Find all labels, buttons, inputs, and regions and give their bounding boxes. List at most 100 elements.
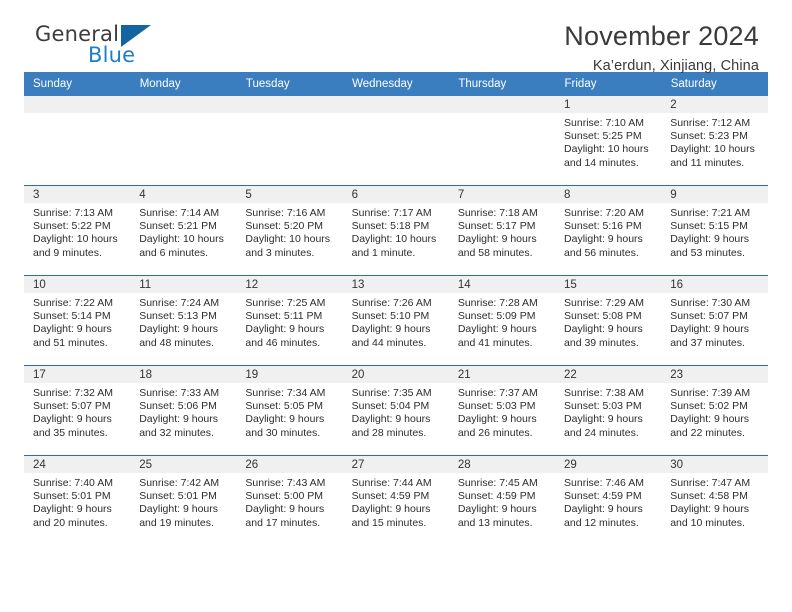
daylight-text-line1: Daylight: 10 hours: [564, 143, 649, 156]
sunrise-text: Sunrise: 7:14 AM: [139, 207, 220, 219]
calendar-week-row: 24 Sunrise: 7:40 AM Sunset: 5:01 PM Dayligh…: [24, 455, 768, 545]
day-number: 26: [236, 456, 343, 473]
daylight-text-line1: Daylight: 9 hours: [33, 503, 112, 516]
general-blue-logo[interactable]: General Blue: [24, 22, 174, 74]
logo-text-blue: Blue: [88, 43, 136, 67]
sunrise-text: Sunrise: 7:42 AM: [139, 477, 220, 489]
calendar-day-cell[interactable]: 24 Sunrise: 7:40 AM Sunset: 5:01 PM Dayligh…: [24, 455, 131, 545]
calendar-day-cell[interactable]: 29 Sunrise: 7:46 AM Sunset: 4:59 PM Dayligh…: [555, 455, 662, 545]
daylight-text-line1: Daylight: 9 hours: [457, 323, 537, 336]
calendar-day-cell[interactable]: 16 Sunrise: 7:30 AM Sunset: 5:07 PM Dayligh…: [661, 275, 768, 366]
calendar-day-cell[interactable]: 9 Sunrise: 7:21 AM Sunset: 5:15 PM Daylight…: [661, 185, 768, 276]
calendar-day-cell[interactable]: 26 Sunrise: 7:43 AM Sunset: 5:00 PM Dayligh…: [236, 455, 343, 545]
day-details: [130, 113, 236, 117]
calendar-day-cell[interactable]: 21 Sunrise: 7:37 AM Sunset: 5:03 PM Dayligh…: [448, 365, 556, 456]
day-number: 11: [130, 276, 237, 293]
calendar-day-cell[interactable]: 10 Sunrise: 7:22 AM Sunset: 5:14 PM Dayligh…: [24, 275, 131, 366]
day-number: [236, 96, 343, 113]
sunset-text: Sunset: 5:23 PM: [670, 130, 748, 143]
sunrise-text: Sunrise: 7:46 AM: [564, 477, 644, 489]
day-details: [236, 113, 342, 117]
weekday-header-monday: Monday: [130, 72, 237, 96]
daylight-text-line1: Daylight: 9 hours: [351, 503, 431, 516]
sunrise-text: Sunrise: 7:12 AM: [670, 117, 751, 129]
daylight-text-line1: Daylight: 10 hours: [139, 233, 224, 246]
sunset-text: Sunset: 5:06 PM: [139, 400, 217, 413]
calendar-day-cell[interactable]: 6 Sunrise: 7:17 AM Sunset: 5:18 PM Daylight…: [342, 185, 449, 276]
sunrise-text: Sunrise: 7:43 AM: [245, 477, 326, 489]
sunrise-text: Sunrise: 7:39 AM: [670, 387, 751, 399]
daylight-text-line2: and 53 minutes.: [670, 246, 745, 259]
calendar-day-cell[interactable]: 23 Sunrise: 7:39 AM Sunset: 5:02 PM Dayligh…: [661, 365, 768, 456]
daylight-text-line2: and 14 minutes.: [564, 156, 639, 169]
daylight-text-line1: Daylight: 9 hours: [245, 413, 325, 426]
calendar-day-cell[interactable]: 7 Sunrise: 7:18 AM Sunset: 5:17 PM Daylight…: [448, 185, 556, 276]
calendar-day-cell[interactable]: 30 Sunrise: 7:47 AM Sunset: 4:58 PM Dayligh…: [661, 455, 768, 545]
sunrise-text: Sunrise: 7:47 AM: [670, 477, 751, 489]
daylight-text-line2: and 22 minutes.: [670, 426, 745, 439]
calendar-day-cell[interactable]: 11 Sunrise: 7:24 AM Sunset: 5:13 PM Dayligh…: [130, 275, 237, 366]
calendar-day-cell[interactable]: 22 Sunrise: 7:38 AM Sunset: 5:03 PM Dayligh…: [555, 365, 662, 456]
calendar-day-cell[interactable]: 13 Sunrise: 7:26 AM Sunset: 5:10 PM Dayligh…: [342, 275, 449, 366]
sunset-text: Sunset: 5:07 PM: [33, 400, 111, 413]
daylight-text-line1: Daylight: 9 hours: [564, 323, 643, 336]
calendar-day-cell[interactable]: 19 Sunrise: 7:34 AM Sunset: 5:05 PM Dayligh…: [236, 365, 343, 456]
day-number: [24, 96, 131, 113]
day-details: Sunrise: 7:32 AM Sunset: 5:07 PM Daylight:…: [24, 383, 130, 440]
day-number: 15: [555, 276, 662, 293]
calendar-day-cell[interactable]: 20 Sunrise: 7:35 AM Sunset: 5:04 PM Dayligh…: [342, 365, 449, 456]
sunrise-text: Sunrise: 7:24 AM: [139, 297, 220, 309]
calendar-day-cell[interactable]: 8 Sunrise: 7:20 AM Sunset: 5:16 PM Daylight…: [555, 185, 662, 276]
calendar-day-cell[interactable]: 14 Sunrise: 7:28 AM Sunset: 5:09 PM Dayligh…: [448, 275, 556, 366]
calendar-day-cell[interactable]: 25 Sunrise: 7:42 AM Sunset: 5:01 PM Dayligh…: [130, 455, 237, 545]
sunset-text: Sunset: 5:04 PM: [351, 400, 430, 413]
weekday-header-sunday: Sunday: [24, 72, 131, 96]
sunset-text: Sunset: 5:01 PM: [33, 490, 111, 503]
daylight-text-line2: and 26 minutes.: [457, 426, 533, 439]
sunset-text: Sunset: 5:20 PM: [245, 220, 324, 233]
sunset-text: Sunset: 5:10 PM: [351, 310, 430, 323]
calendar-day-cell[interactable]: 2 Sunrise: 7:12 AM Sunset: 5:23 PM Daylight…: [661, 96, 768, 186]
day-details: Sunrise: 7:46 AM Sunset: 4:59 PM Daylight:…: [555, 473, 661, 530]
sunset-text: Sunset: 5:01 PM: [139, 490, 217, 503]
calendar-head: Sunday Monday Tuesday Wednesday Thursday…: [24, 72, 769, 96]
day-details: Sunrise: 7:20 AM Sunset: 5:16 PM Daylight:…: [555, 203, 661, 260]
calendar-day-cell[interactable]: 3 Sunrise: 7:13 AM Sunset: 5:22 PM Daylight…: [24, 185, 131, 276]
calendar-day-cell[interactable]: 27 Sunrise: 7:44 AM Sunset: 4:59 PM Dayligh…: [342, 455, 449, 545]
day-number: 13: [342, 276, 449, 293]
calendar-day-cell[interactable]: 12 Sunrise: 7:25 AM Sunset: 5:11 PM Dayligh…: [236, 275, 343, 366]
calendar-day-cell[interactable]: 4 Sunrise: 7:14 AM Sunset: 5:21 PM Daylight…: [130, 185, 237, 276]
calendar-day-cell[interactable]: 17 Sunrise: 7:32 AM Sunset: 5:07 PM Dayligh…: [24, 365, 131, 456]
day-details: Sunrise: 7:37 AM Sunset: 5:03 PM Daylight:…: [449, 383, 555, 440]
day-number: 30: [661, 456, 768, 473]
sunrise-text: Sunrise: 7:29 AM: [564, 297, 644, 309]
day-details: Sunrise: 7:40 AM Sunset: 5:01 PM Daylight:…: [24, 473, 130, 530]
calendar-day-cell[interactable]: 5 Sunrise: 7:16 AM Sunset: 5:20 PM Daylight…: [236, 185, 343, 276]
calendar-week-row: 17 Sunrise: 7:32 AM Sunset: 5:07 PM Dayligh…: [24, 365, 768, 456]
sunset-text: Sunset: 4:58 PM: [670, 490, 748, 503]
calendar-day-cell[interactable]: 1 Sunrise: 7:10 AM Sunset: 5:25 PM Daylight…: [555, 96, 662, 186]
day-number: 20: [342, 366, 449, 383]
daylight-text-line2: and 58 minutes.: [457, 246, 533, 259]
daylight-text-line1: Daylight: 9 hours: [670, 233, 750, 246]
day-number: 16: [661, 276, 768, 293]
calendar-day-cell[interactable]: 18 Sunrise: 7:33 AM Sunset: 5:06 PM Dayligh…: [130, 365, 237, 456]
calendar-day-cell-empty: [342, 96, 449, 186]
daylight-text-line2: and 1 minute.: [351, 246, 416, 259]
day-details: Sunrise: 7:33 AM Sunset: 5:06 PM Daylight:…: [130, 383, 236, 440]
daylight-text-line1: Daylight: 9 hours: [351, 323, 431, 336]
daylight-text-line1: Daylight: 9 hours: [139, 413, 218, 426]
daylight-text-line2: and 39 minutes.: [564, 336, 639, 349]
day-details: Sunrise: 7:42 AM Sunset: 5:01 PM Daylight:…: [130, 473, 236, 530]
daylight-text-line2: and 48 minutes.: [139, 336, 214, 349]
sunrise-text: Sunrise: 7:33 AM: [139, 387, 220, 399]
day-number: 25: [130, 456, 237, 473]
calendar-day-cell[interactable]: 28 Sunrise: 7:45 AM Sunset: 4:59 PM Dayligh…: [448, 455, 556, 545]
page-header: General Blue November 2024 Ka’erdun, Xin…: [24, 0, 768, 75]
daylight-text-line2: and 11 minutes.: [670, 156, 745, 169]
sunrise-text: Sunrise: 7:44 AM: [351, 477, 432, 489]
day-details: Sunrise: 7:28 AM Sunset: 5:09 PM Daylight:…: [449, 293, 555, 350]
calendar-day-cell[interactable]: 15 Sunrise: 7:29 AM Sunset: 5:08 PM Dayligh…: [555, 275, 662, 366]
day-details: Sunrise: 7:34 AM Sunset: 5:05 PM Daylight:…: [236, 383, 342, 440]
sunset-text: Sunset: 5:11 PM: [245, 310, 323, 323]
